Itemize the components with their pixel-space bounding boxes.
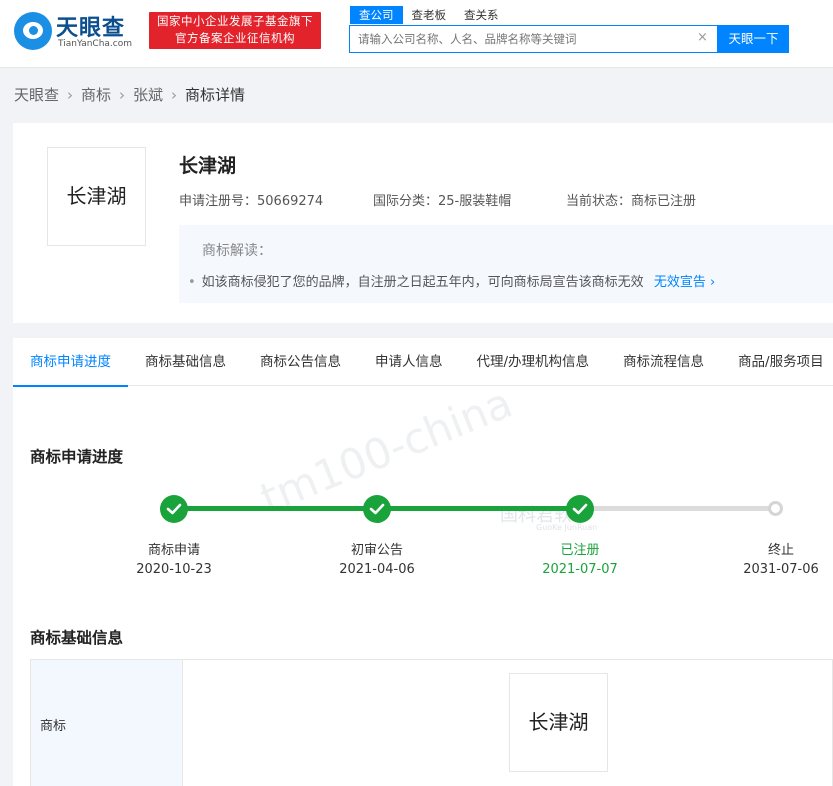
search-button[interactable]: 天眼一下 [718,25,789,53]
top-bar: 天眼查 TianYanCha.com 国家中小企业发展子基金旗下 官方备案企业征… [0,0,833,68]
step-label-current: 已注册 [560,543,600,558]
registration-number: 申请注册号：50669274 [179,194,324,209]
breadcrumb: 天眼查 › 商标 › 张斌 › 商标详情 [14,84,245,105]
tab-basic-info[interactable]: 商标基础信息 [128,338,243,386]
step-date: 2031-07-06 [743,562,819,577]
breadcrumb-applicant[interactable]: 张斌 [133,84,163,105]
chevron-right-icon: › [705,275,716,290]
tab-applicant[interactable]: 申请人信息 [358,338,460,386]
tab-goods-services[interactable]: 商品/服务项目 [721,338,833,386]
trademark-image: 长津湖 [47,147,146,246]
gov-badge-line1: 国家中小企业发展子基金旗下 [157,14,313,28]
tab-process[interactable]: 商标流程信息 [606,338,721,386]
tab-announcement[interactable]: 商标公告信息 [243,338,358,386]
search-tab-boss[interactable]: 查老板 [403,6,456,24]
search-tab-company[interactable]: 查公司 [350,6,403,24]
check-icon [369,503,385,515]
reading-text: 如该商标侵犯了您的品牌，自注册之日起五年内，可向商标局宣告该商标无效 [201,275,644,290]
international-class: 国际分类：25-服装鞋帽 [373,194,512,209]
step-date-current: 2021-07-07 [542,562,618,577]
check-icon [572,503,588,515]
tab-agency[interactable]: 代理/办理机构信息 [460,338,607,386]
chevron-right-icon: › [67,86,74,104]
logo-name: 天眼查 [56,16,126,41]
chevron-right-icon: › [119,86,126,104]
search-tab-relation[interactable]: 查关系 [455,6,508,24]
table-header-label: 商标 [40,719,67,734]
current-status: 当前状态：商标已注册 [566,194,697,209]
detail-tabs: 商标申请进度 商标基础信息 商标公告信息 申请人信息 代理/办理机构信息 商标流… [13,338,833,387]
step-done-node [363,495,391,523]
progress-line-pending [580,506,776,511]
breadcrumb-home[interactable]: 天眼查 [14,84,59,105]
breadcrumb-trademark[interactable]: 商标 [81,84,111,105]
step-pending-node [768,501,783,516]
watermark-brand: 国科君软 [500,505,572,526]
step-date: 2021-04-06 [339,562,415,577]
trademark-card: 长津湖 长津湖 申请注册号：50669274 国际分类：25-服装鞋帽 当前状态… [13,123,833,323]
step-date: 2020-10-23 [136,562,212,577]
trademark-title: 长津湖 [179,155,237,177]
logo-subtitle: TianYanCha.com [58,39,133,49]
watermark-brand-sub: GuoKe JunRuan [536,523,598,532]
basic-info-table: 商标 长津湖 [30,659,833,786]
basic-info-section-title: 商标基础信息 [30,629,124,647]
check-icon [166,503,182,515]
reading-text-row: • 如该商标侵犯了您的品牌，自注册之日起五年内，可向商标局宣告该商标无效 无效宣告… [188,271,715,290]
eye-logo-icon [14,12,52,50]
search-input[interactable] [358,30,688,48]
chevron-right-icon: › [171,86,178,104]
bullet-icon: • [188,275,196,290]
gov-badge: 国家中小企业发展子基金旗下 官方备案企业征信机构 [149,12,321,49]
step-label: 商标申请 [147,543,200,558]
breadcrumb-current: 商标详情 [185,86,246,104]
step-label: 终止 [767,543,794,558]
progress-section-title: 商标申请进度 [30,448,124,466]
gov-badge-line2: 官方备案企业征信机构 [175,31,295,45]
site-logo[interactable]: 天眼查 TianYanCha.com [14,10,140,50]
search-box: × [349,25,718,53]
trademark-reading: 商标解读： • 如该商标侵犯了您的品牌，自注册之日起五年内，可向商标局宣告该商标无… [179,225,833,303]
main-panel: 商标申请进度 商标基础信息 商标公告信息 申请人信息 代理/办理机构信息 商标流… [13,338,833,786]
trademark-image: 长津湖 [509,673,608,772]
step-current-node [566,495,594,523]
tab-application-progress[interactable]: 商标申请进度 [13,338,128,387]
step-done-node [160,495,188,523]
invalid-declaration-link[interactable]: 无效宣告 › [648,275,715,290]
clear-icon[interactable]: × [697,30,708,45]
table-header-cell: 商标 [31,660,183,786]
invalid-declaration-label: 无效宣告 [653,275,706,290]
reading-title: 商标解读： [202,243,272,259]
search-tabs: 查公司 查老板 查关系 [350,6,508,24]
step-label: 初审公告 [350,543,403,558]
